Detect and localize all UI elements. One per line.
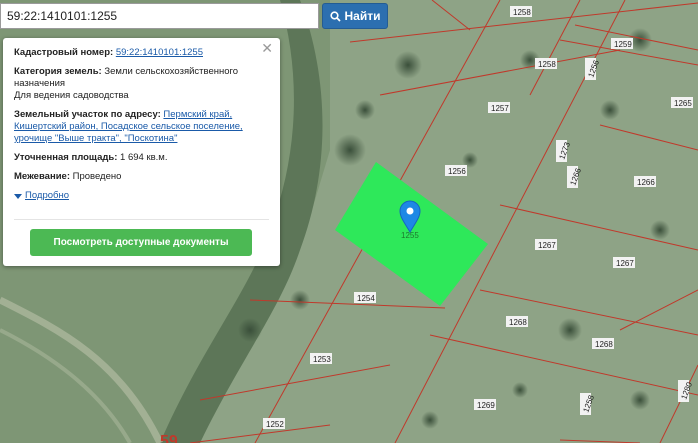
area-label: Уточненная площадь: <box>14 152 118 163</box>
cadastral-row: Кадастровый номер: 59:22:1410101:1255 <box>14 47 270 59</box>
area-row: Уточненная площадь: 1 694 кв.м. <box>14 152 270 164</box>
svg-text:1266: 1266 <box>637 178 655 187</box>
category-row: Категория земель: Земли сельскохозяйстве… <box>14 66 270 102</box>
area-value: 1 694 кв.м. <box>120 152 168 163</box>
svg-text:1259: 1259 <box>614 40 632 49</box>
parcel-label: 1267 <box>613 257 635 268</box>
parcel-label: 1258 <box>510 6 532 17</box>
parcel-label: 1265 <box>671 97 693 108</box>
svg-text:1252: 1252 <box>266 420 284 429</box>
details-toggle[interactable]: Подробно <box>14 190 270 202</box>
divider <box>14 219 269 220</box>
parcel-label: 1267 <box>535 239 557 250</box>
parcel-label: 1256 <box>445 165 467 176</box>
search-button[interactable]: Найти <box>322 3 388 29</box>
survey-row: Межевание: Проведено <box>14 171 270 183</box>
category-label: Категория земель: <box>14 66 102 77</box>
parcel-label: 1259 <box>611 38 633 49</box>
svg-text:1269: 1269 <box>477 401 495 410</box>
svg-text:1268: 1268 <box>509 318 527 327</box>
parcel-label: 1268 <box>592 338 614 349</box>
search-input[interactable] <box>0 3 319 29</box>
category-use: Для ведения садоводства <box>14 90 129 101</box>
svg-text:1257: 1257 <box>491 104 509 113</box>
address-label: Земельный участок по адресу: <box>14 109 161 120</box>
close-icon[interactable]: ✕ <box>261 41 273 55</box>
cadastral-link[interactable]: 59:22:1410101:1255 <box>116 47 203 58</box>
parcel-label: 1258 <box>535 58 557 69</box>
parcel-label: 1253 <box>310 353 332 364</box>
svg-text:1267: 1267 <box>538 241 556 250</box>
parcel-label: 1257 <box>488 102 510 113</box>
parcel-label: 1266 <box>634 176 656 187</box>
svg-text:1267: 1267 <box>616 259 634 268</box>
svg-text:1254: 1254 <box>357 294 375 303</box>
search-icon <box>329 10 341 22</box>
partial-region-label: 59 <box>160 433 178 443</box>
svg-text:1268: 1268 <box>595 340 613 349</box>
triangle-down-icon <box>14 193 22 199</box>
svg-text:1265: 1265 <box>674 99 692 108</box>
svg-text:1256: 1256 <box>448 167 466 176</box>
parcel-label: 1252 <box>263 418 285 429</box>
svg-text:1258: 1258 <box>513 8 531 17</box>
cadastral-label: Кадастровый номер: <box>14 47 114 58</box>
survey-value: Проведено <box>72 171 122 182</box>
svg-text:1258: 1258 <box>538 60 556 69</box>
view-documents-button[interactable]: Посмотреть доступные документы <box>30 229 252 256</box>
parcel-info-panel: ✕ Кадастровый номер: 59:22:1410101:1255 … <box>3 38 280 266</box>
parcel-label: 1268 <box>506 316 528 327</box>
survey-label: Межевание: <box>14 171 70 182</box>
search-button-label: Найти <box>344 9 381 23</box>
parcel-label: 1254 <box>354 292 376 303</box>
parcel-label: 1269 <box>474 399 496 410</box>
svg-text:1253: 1253 <box>313 355 331 364</box>
address-row: Земельный участок по адресу: Пермский кр… <box>14 109 270 145</box>
details-link[interactable]: Подробно <box>25 190 69 202</box>
